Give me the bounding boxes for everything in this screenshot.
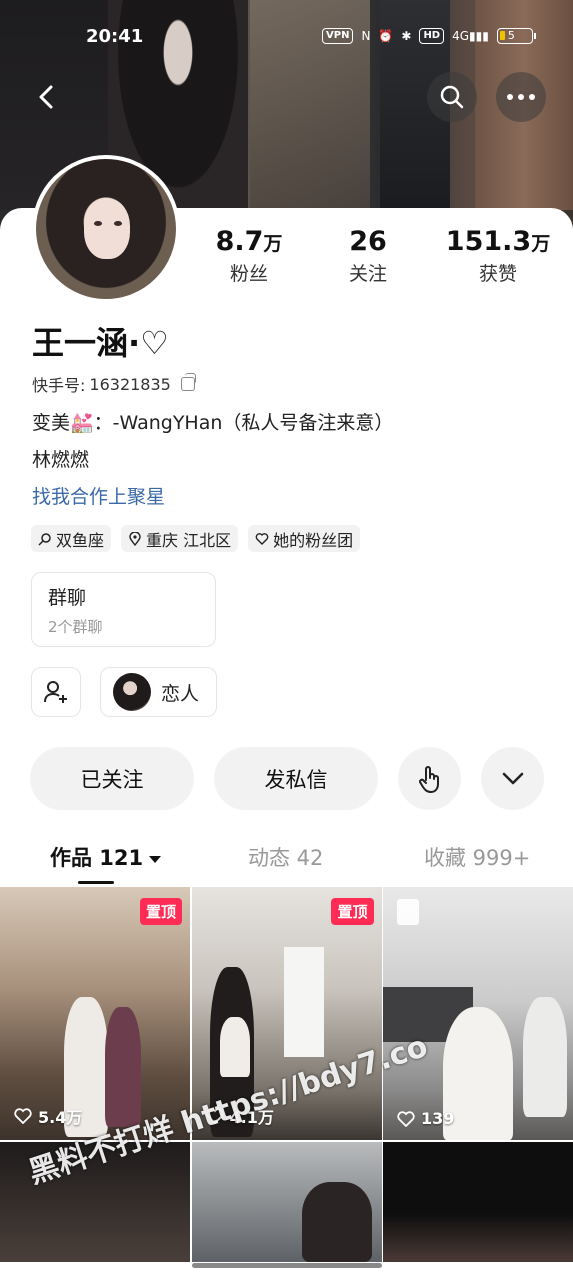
send-message-button[interactable]: 发私信 (214, 747, 378, 810)
likes-label: 获赞 (478, 263, 517, 285)
dropdown-caret-icon (149, 855, 162, 863)
content-tabs: 作品 121 动态 42 收藏 999+ (0, 838, 573, 888)
lover-avatar (113, 673, 151, 711)
followed-button[interactable]: 已关注 (30, 747, 194, 810)
heart-icon (14, 1108, 32, 1124)
video-likes: 5.4万 (14, 1104, 82, 1128)
chevron-down-icon (502, 772, 523, 784)
likes-unit: 万 (531, 233, 551, 255)
group-chat-count: 2个群聊 (48, 618, 103, 636)
tab-works-label: 作品 121 (50, 846, 144, 870)
tag-fan-club[interactable]: 她的粉丝团 (248, 525, 361, 552)
search-icon (440, 85, 464, 109)
group-chat-title: 群聊 (48, 587, 87, 609)
video-likes-count: 5.4万 (38, 1108, 83, 1127)
search-button[interactable] (427, 72, 477, 122)
kuaishou-id-value: 16321835 (89, 374, 171, 394)
video-thumbnail[interactable]: 置顶 5.4万 (0, 887, 190, 1140)
more-dots-icon (507, 94, 535, 100)
following-count: 26 (349, 226, 387, 257)
video-thumbnail[interactable]: 139 (383, 887, 573, 1140)
profile-tags: 双鱼座 重庆 江北区 她的粉丝团 (31, 525, 361, 552)
nfc-icon: N (361, 29, 371, 43)
tab-works[interactable]: 作品 121 (50, 842, 162, 872)
status-icons: VPN N ⏰ ✱ HD 4G▮▮▮ 5 (322, 28, 536, 44)
lover-button[interactable]: 恋人 (100, 667, 217, 717)
action-bar: 已关注 发私信 (30, 747, 544, 810)
following-label: 关注 (348, 263, 387, 285)
video-thumbnail[interactable] (191, 1142, 382, 1262)
avatar[interactable] (32, 155, 180, 303)
heart-icon (397, 1110, 415, 1127)
kuaishou-id-label: 快手号: (32, 376, 86, 395)
more-options-button[interactable] (496, 72, 546, 122)
pinned-badge: 置顶 (331, 898, 374, 925)
cooperation-link[interactable]: 找我合作上聚星 (32, 482, 165, 509)
profile-stats: 8.7万 粉丝 26 关注 151.3万 获赞 (190, 226, 573, 286)
tag-location[interactable]: 重庆 江北区 (121, 525, 239, 552)
kuaishou-id: 快手号: 16321835 (32, 372, 196, 396)
vpn-icon: VPN (322, 28, 354, 44)
video-likes-count: 139 (421, 1109, 455, 1128)
copy-icon[interactable] (180, 373, 196, 391)
battery-level: 5 (507, 29, 515, 42)
stat-followers[interactable]: 8.7万 粉丝 (190, 226, 308, 286)
heart-outline-icon (255, 532, 269, 545)
add-user-icon (44, 681, 67, 703)
hd-icon: HD (419, 28, 445, 44)
group-chat-card[interactable]: 群聊 2个群聊 (31, 572, 216, 647)
followers-label: 粉丝 (229, 263, 268, 285)
profile-name: 王一涵·♡ (32, 324, 169, 362)
poke-button[interactable] (398, 747, 461, 810)
active-tab-indicator (78, 881, 114, 884)
chevron-left-icon (39, 85, 53, 109)
status-bar: 20:41 VPN N ⏰ ✱ HD 4G▮▮▮ 5 (0, 22, 573, 52)
stat-likes[interactable]: 151.3万 获赞 (428, 226, 568, 286)
tag-location-label: 重庆 江北区 (146, 530, 232, 550)
battery-icon: 5 (496, 28, 536, 44)
likes-count: 151.3 (445, 226, 532, 257)
add-friend-button[interactable] (31, 667, 81, 717)
followers-unit: 万 (263, 233, 283, 255)
alarm-icon: ⏰ (378, 29, 394, 43)
bio-line-1: 变美💒：-WangYHan（私人号备注来意） (32, 412, 394, 434)
signal-icon: 4G▮▮▮ (452, 29, 489, 43)
search-tag-icon (38, 532, 51, 546)
bio-line-2: 林燃燃 (32, 449, 90, 471)
video-likes: 139 (397, 1109, 454, 1128)
lover-label: 恋人 (161, 682, 200, 705)
expand-button[interactable] (481, 747, 544, 810)
bluetooth-icon: ✱ (401, 29, 412, 43)
location-pin-icon (129, 531, 141, 546)
status-time: 20:41 (86, 26, 144, 47)
tab-moments[interactable]: 动态 42 (248, 842, 323, 872)
back-button[interactable] (22, 72, 72, 122)
pinned-badge: 置顶 (139, 898, 182, 925)
video-thumbnail[interactable] (383, 1142, 573, 1262)
followers-count: 8.7 (215, 226, 264, 257)
tag-zodiac-label: 双鱼座 (56, 530, 105, 550)
tag-zodiac[interactable]: 双鱼座 (31, 525, 112, 552)
stat-following[interactable]: 26 关注 (308, 226, 428, 286)
tag-fan-club-label: 她的粉丝团 (273, 530, 354, 550)
pointing-hand-icon (418, 765, 439, 793)
tab-favorites[interactable]: 收藏 999+ (424, 842, 530, 872)
home-indicator[interactable] (192, 1263, 382, 1268)
network-label: 4G (452, 29, 470, 43)
